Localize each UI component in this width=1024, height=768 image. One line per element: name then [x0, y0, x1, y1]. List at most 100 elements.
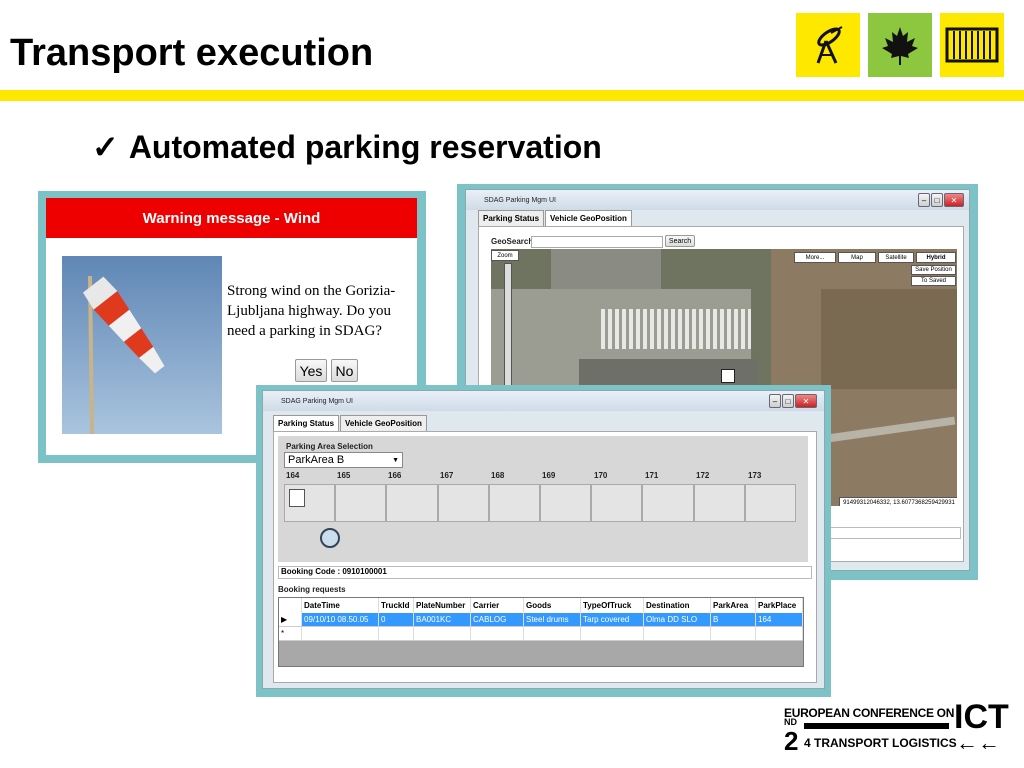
truck-marker-icon[interactable] — [721, 369, 735, 383]
conference-bar — [804, 723, 949, 729]
parking-slot[interactable] — [335, 484, 387, 522]
header-rule — [0, 90, 1024, 101]
place-number: 164 — [286, 471, 300, 480]
to-saved-button[interactable]: To Saved — [911, 276, 956, 286]
save-position-button[interactable]: Save Position — [911, 265, 956, 275]
parking-slots — [284, 484, 797, 522]
parking-slot[interactable] — [693, 484, 745, 522]
row-selector-icon: ▶ — [279, 613, 302, 627]
window-title: SDAG Parking Mgm UI — [466, 190, 969, 210]
place-number: 172 — [696, 471, 710, 480]
column-header[interactable]: Destination — [643, 598, 711, 613]
maximize-button[interactable]: □ — [931, 193, 943, 207]
parking-slot[interactable] — [540, 484, 592, 522]
booking-code: Booking Code : 0910100001 — [278, 566, 812, 579]
parking-slot[interactable] — [642, 484, 694, 522]
column-header[interactable]: DateTime — [301, 598, 379, 613]
place-numbers: 164 165 166 167 168 169 170 171 172 173 — [284, 471, 798, 483]
radar-dish-icon — [796, 13, 860, 77]
parking-slot[interactable] — [284, 484, 336, 522]
parking-slot[interactable] — [591, 484, 643, 522]
bullet-point: ✓ Automated parking reservation — [92, 128, 602, 166]
slide-title: Transport execution — [10, 32, 374, 74]
place-number: 167 — [440, 471, 454, 480]
cell[interactable]: B — [710, 613, 756, 627]
close-button[interactable]: ✕ — [944, 193, 964, 207]
cell[interactable]: Olma DD SLO — [643, 613, 711, 627]
tab-vehicle-geoposition[interactable]: Vehicle GeoPosition — [340, 415, 427, 431]
cell[interactable]: Tarp covered — [580, 613, 644, 627]
booking-table: DateTime TruckId PlateNumber Carrier Goo… — [279, 598, 803, 641]
column-header[interactable]: ParkPlace — [755, 598, 803, 613]
ict-text: ICT — [954, 698, 1009, 736]
shipping-container-icon — [940, 13, 1004, 77]
park-area-value: ParkArea B — [288, 454, 345, 466]
column-header[interactable]: PlateNumber — [413, 598, 471, 613]
column-header[interactable]: ParkArea — [710, 598, 756, 613]
table-header: DateTime TruckId PlateNumber Carrier Goo… — [279, 598, 803, 613]
column-header[interactable]: TypeOfTruck — [580, 598, 644, 613]
new-row[interactable]: * — [279, 626, 803, 641]
truck-icon — [289, 489, 305, 507]
arrows-icon: ←← — [956, 730, 1000, 755]
minimize-button[interactable]: – — [769, 394, 781, 408]
booking-requests-label: Booking requests — [278, 585, 346, 594]
maximize-button[interactable]: □ — [782, 394, 794, 408]
tab-vehicle-geoposition[interactable]: Vehicle GeoPosition — [545, 210, 632, 226]
table-row[interactable]: ▶ 09/10/10 08.50.05 0 BA001KC CABLOG Ste… — [279, 613, 803, 627]
close-button[interactable]: ✕ — [795, 394, 817, 408]
conference-line1: EUROPEAN CONFERENCE ON — [784, 706, 955, 720]
area-selection-label: Parking Area Selection — [286, 442, 373, 451]
tab-parking-status[interactable]: Parking Status — [273, 415, 340, 431]
column-header[interactable]: Goods — [523, 598, 581, 613]
parking-slot[interactable] — [437, 484, 489, 522]
cell[interactable]: 164 — [755, 613, 803, 627]
column-header[interactable]: TruckId — [378, 598, 414, 613]
user-search-icon[interactable] — [320, 528, 340, 548]
map-type-hybrid-button[interactable]: Hybrid — [916, 252, 956, 263]
column-header[interactable]: Carrier — [470, 598, 524, 613]
place-number: 166 — [388, 471, 402, 480]
search-button[interactable]: Search — [665, 235, 695, 247]
geosearch-input[interactable] — [531, 236, 663, 248]
yes-button[interactable]: Yes — [295, 359, 327, 382]
tab-bar: Parking Status Vehicle GeoPosition — [478, 210, 633, 226]
cell[interactable]: BA001KC — [413, 613, 471, 627]
warning-header: Warning message - Wind — [46, 198, 417, 238]
zoom-label: Zoom — [491, 250, 519, 261]
parking-status-panel: Parking Area Selection ParkArea B ▼ 164 … — [273, 431, 817, 683]
parking-slot[interactable] — [386, 484, 438, 522]
minimize-button[interactable]: – — [918, 193, 930, 207]
place-number: 165 — [337, 471, 351, 480]
cell[interactable]: 0 — [378, 613, 414, 627]
park-area-select[interactable]: ParkArea B ▼ — [284, 452, 403, 468]
no-button[interactable]: No — [331, 359, 358, 382]
bullet-text: Automated parking reservation — [128, 129, 602, 165]
tab-bar: Parking Status Vehicle GeoPosition — [273, 415, 428, 431]
map-type-map-button[interactable]: Map — [838, 252, 876, 263]
check-icon: ✓ — [92, 129, 119, 165]
window-title: SDAG Parking Mgm UI — [263, 391, 824, 411]
chevron-down-icon: ▼ — [392, 456, 399, 464]
place-number: 171 — [645, 471, 659, 480]
booking-grid: DateTime TruckId PlateNumber Carrier Goo… — [278, 597, 804, 667]
place-number: 173 — [748, 471, 762, 480]
parking-slot[interactable] — [488, 484, 541, 522]
cell[interactable]: Steel drums — [523, 613, 581, 627]
coords-readout: 91499312046332, 13.6077368259429931 — [839, 497, 957, 506]
geosearch-label: GeoSearch — [491, 237, 534, 246]
new-row-marker: * — [279, 626, 302, 641]
cell[interactable]: CABLOG — [470, 613, 524, 627]
cell[interactable]: 09/10/10 08.50.05 — [301, 613, 379, 627]
more-button[interactable]: More... — [794, 252, 836, 263]
parking-area-group: Parking Area Selection ParkArea B ▼ 164 … — [278, 436, 808, 562]
warning-message: Strong wind on the Gorizia-Ljubljana hig… — [227, 283, 396, 339]
parking-window: SDAG Parking Mgm UI – □ ✕ Parking Status… — [262, 390, 825, 689]
tab-parking-status[interactable]: Parking Status — [478, 210, 545, 226]
place-number: 170 — [594, 471, 608, 480]
parking-slot[interactable] — [744, 484, 797, 522]
map-type-satellite-button[interactable]: Satellite — [878, 252, 914, 263]
conference-line2: 4 TRANSPORT LOGISTICS — [804, 736, 957, 750]
ordinal-number: 2 — [784, 726, 799, 756]
parking-window-frame: SDAG Parking Mgm UI – □ ✕ Parking Status… — [256, 385, 831, 697]
